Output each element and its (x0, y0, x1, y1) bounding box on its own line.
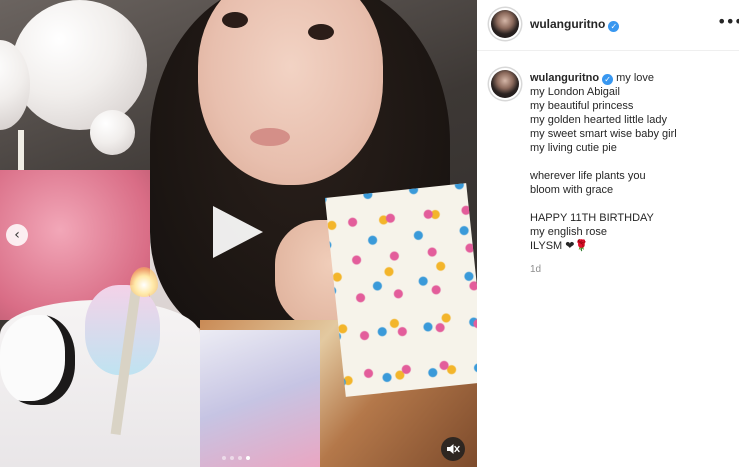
carousel-dot (230, 456, 234, 460)
caption-line: my english rose (530, 226, 608, 238)
post-timestamp[interactable]: 1d (530, 264, 541, 275)
header-username[interactable]: wulanguritno ✓ (530, 17, 620, 32)
caption-text: my love (616, 72, 655, 84)
photo-balloon-3 (90, 110, 135, 155)
caption-line: HAPPY 11TH BIRTHDAY (530, 212, 654, 224)
mute-button[interactable] (441, 437, 465, 461)
carousel-dot (222, 456, 226, 460)
photo-balloon-1 (12, 0, 147, 130)
post-side-panel: wulanguritno✓ ••• wulanguritno✓ my love … (477, 0, 739, 467)
avatar[interactable] (491, 10, 519, 38)
header-username-text[interactable]: wulanguritno (530, 17, 605, 31)
post-header: wulanguritno✓ ••• (477, 0, 739, 51)
play-icon[interactable] (213, 206, 263, 258)
caption-line: my golden hearted little lady (530, 114, 667, 126)
carousel-indicator (222, 456, 250, 460)
carousel-dot (238, 456, 242, 460)
caption-avatar[interactable] (491, 70, 519, 98)
caption-line-last: ILYSM ❤🌹 (530, 239, 730, 253)
caption-line: bloom with grace (530, 184, 614, 196)
caption-line: wherever life plants you (530, 170, 646, 182)
photo-wrapping-paper-2 (200, 330, 320, 467)
chevron-left-icon[interactable]: ‹ (6, 224, 28, 246)
post-media[interactable]: ‹ (0, 0, 477, 467)
caption-text: ILYSM (530, 240, 563, 252)
caption-line: my beautiful princess (530, 100, 634, 112)
caption-line: my sweet smart wise baby girl (530, 128, 677, 140)
photo-eye-right (308, 24, 334, 40)
verified-badge-icon: ✓ (602, 74, 614, 85)
rose-icon: 🌹 (574, 239, 589, 252)
carousel-dot-active (246, 456, 250, 460)
caption-line: my London Abigail (530, 86, 620, 98)
photo-lips (250, 128, 290, 146)
caption-line-1: wulanguritno ✓ my love (530, 71, 730, 85)
more-horizontal-icon[interactable]: ••• (717, 14, 739, 30)
caption: wulanguritno ✓ my love my London Abigail … (530, 71, 730, 253)
verified-badge-icon: ✓ (608, 21, 620, 32)
photo-gift-box (324, 183, 477, 397)
photo-cat-topper (0, 315, 75, 405)
caption-line: my living cutie pie (530, 142, 617, 154)
muted-speaker-icon (447, 444, 460, 454)
caption-username[interactable]: wulanguritno (530, 72, 599, 84)
photo-eye-left (222, 12, 248, 28)
photo-candle-flame (130, 267, 158, 297)
